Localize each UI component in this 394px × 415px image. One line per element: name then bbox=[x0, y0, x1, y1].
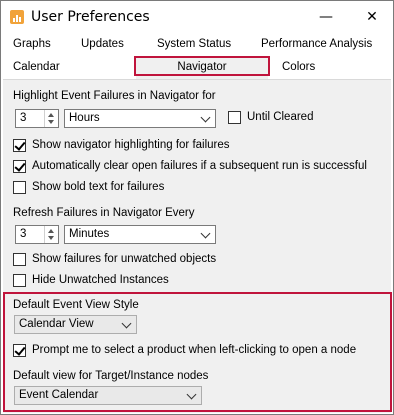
checkmark-icon bbox=[14, 139, 26, 151]
highlight-unit-value: Hours bbox=[69, 112, 100, 124]
refresh-unit-value: Minutes bbox=[69, 228, 110, 240]
spin-up-icon[interactable] bbox=[48, 229, 54, 233]
checkbox-label: Show failures for unwatched objects bbox=[32, 253, 217, 265]
refresh-unit-select[interactable]: Minutes bbox=[64, 225, 216, 244]
tab-updates[interactable]: Updates bbox=[81, 38, 124, 50]
window-title: User Preferences bbox=[31, 9, 150, 25]
chevron-down-icon bbox=[200, 112, 211, 123]
tab-system-status[interactable]: System Status bbox=[157, 38, 231, 50]
app-icon bbox=[10, 10, 24, 24]
title-bar: User Preferences — ✕ bbox=[1, 1, 393, 33]
checkbox-box[interactable] bbox=[13, 253, 26, 266]
checkbox-box[interactable] bbox=[13, 160, 26, 173]
tab-calendar[interactable]: Calendar bbox=[13, 61, 60, 73]
highlight-failures-label: Highlight Event Failures in Navigator fo… bbox=[13, 90, 216, 102]
checkbox-box[interactable] bbox=[228, 111, 241, 124]
tab-colors[interactable]: Colors bbox=[282, 61, 315, 73]
checkbox-box[interactable] bbox=[13, 274, 26, 287]
tab-performance-analysis[interactable]: Performance Analysis bbox=[261, 38, 372, 50]
checkbox-box[interactable] bbox=[13, 181, 26, 194]
highlight-count-value: 3 bbox=[20, 112, 27, 124]
spin-down-icon[interactable] bbox=[48, 236, 54, 240]
checkbox-label: Show navigator highlighting for failures bbox=[32, 139, 230, 151]
highlight-unit-select[interactable]: Hours bbox=[64, 109, 216, 128]
until-cleared-label: Until Cleared bbox=[247, 111, 314, 123]
refresh-count-stepper[interactable]: 3 bbox=[15, 225, 59, 244]
checkbox-box[interactable] bbox=[13, 139, 26, 152]
refresh-count-value: 3 bbox=[20, 228, 27, 240]
minimize-icon[interactable]: — bbox=[311, 5, 341, 29]
navigator-tab-highlight bbox=[134, 56, 270, 76]
close-icon[interactable]: ✕ bbox=[357, 5, 387, 29]
spin-up-icon[interactable] bbox=[48, 113, 54, 117]
default-view-section-highlight bbox=[3, 292, 392, 412]
user-preferences-window: User Preferences — ✕ Graphs Updates Syst… bbox=[0, 0, 394, 415]
refresh-failures-label: Refresh Failures in Navigator Every bbox=[13, 207, 195, 219]
tab-graphs[interactable]: Graphs bbox=[13, 38, 51, 50]
chevron-down-icon bbox=[200, 228, 211, 239]
checkmark-icon bbox=[14, 160, 26, 172]
checkbox-label: Show bold text for failures bbox=[32, 181, 165, 193]
checkbox-label: Hide Unwatched Instances bbox=[32, 274, 169, 286]
spin-down-icon[interactable] bbox=[48, 120, 54, 124]
highlight-count-stepper[interactable]: 3 bbox=[15, 109, 59, 128]
checkbox-label: Automatically clear open failures if a s… bbox=[32, 160, 367, 172]
